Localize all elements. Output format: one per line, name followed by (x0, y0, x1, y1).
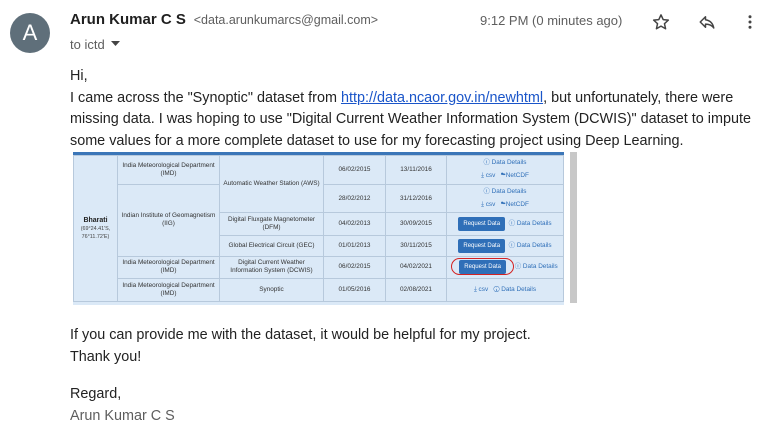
embedded-screenshot-table: Bharati (69°24.41'S, 76°11.72'E) India M… (73, 152, 564, 305)
data-details-link[interactable]: ⓘ Data Details (449, 159, 561, 167)
more-vert-icon[interactable] (739, 11, 761, 33)
end-date-cell: 02/08/2021 (385, 278, 447, 302)
timestamp: 9:12 PM (0 minutes ago) (480, 13, 623, 28)
netcdf-link[interactable]: ☁NetCDF (501, 201, 529, 208)
instrument-cell: Automatic Weather Station (AWS) (219, 154, 324, 214)
org-cell: India Meteorological Department (IMD) (117, 278, 220, 302)
start-date-cell: 01/01/2013 (323, 235, 386, 257)
end-date-cell: 04/02/2021 (385, 255, 447, 280)
csv-link[interactable]: ⤓ csv (474, 286, 488, 293)
table-row: Bharati (69°24.41'S, 76°11.72'E) India M… (73, 154, 564, 302)
start-date-cell: 06/02/2015 (323, 255, 386, 280)
thanks: Thank you! (70, 348, 142, 365)
request-data-button[interactable]: Request Data (458, 238, 506, 253)
end-date-cell: 30/11/2015 (385, 235, 447, 257)
actions-cell: Request Data ⓘ Data Details (446, 255, 564, 280)
avatar[interactable]: A (10, 13, 50, 53)
request-data-button[interactable]: Request Data (458, 217, 506, 232)
actions-cell: ⤓ csv ⓘ Data Details (446, 278, 564, 302)
highlight-circle: Request Data (451, 258, 514, 276)
instrument-cell: Global Electrical Circuit (GEC) (219, 235, 324, 257)
actions-cell: ⓘ Data Details ⤓ csv ☁NetCDF (446, 155, 564, 185)
data-details-link[interactable]: ⓘ Data Details (509, 242, 552, 249)
start-date-cell: 01/05/2016 (323, 278, 386, 302)
instrument-cell: Synoptic (219, 278, 324, 302)
table-row: India Meteorological Department (IMD) Sy… (74, 278, 564, 302)
end-date-cell: 31/12/2016 (385, 183, 447, 214)
sender-name[interactable]: Arun Kumar C S (70, 11, 186, 28)
station-name: Bharati (83, 216, 108, 224)
sender-line: Arun Kumar C S <data.arunkumarcs@gmail.c… (70, 11, 378, 28)
org-cell: Indian Institute of Geomagnetism (IIG) (117, 183, 220, 257)
recipient-text: to ictd (70, 37, 105, 52)
data-details-link[interactable]: ⓘ Data Details (493, 286, 536, 293)
start-date-cell: 28/02/2012 (323, 183, 386, 214)
end-date-cell: 30/09/2015 (385, 212, 447, 237)
actions-cell: Request Data ⓘ Data Details (446, 212, 564, 237)
paragraph-1-start: I came across the "Synoptic" dataset fro… (70, 89, 341, 106)
data-details-link[interactable]: ⓘ Data Details (509, 220, 552, 227)
start-date-cell: 04/02/2013 (323, 212, 386, 237)
signature: Arun Kumar C S (70, 407, 175, 424)
dataset-table: Bharati (69°24.41'S, 76°11.72'E) India M… (73, 154, 564, 302)
instrument-cell: Digital Fluxgate Magnetometer (DFM) (219, 212, 324, 237)
actions-cell: Request Data ⓘ Data Details (446, 235, 564, 257)
paragraph-1: I came across the "Synoptic" dataset fro… (70, 88, 760, 153)
data-details-link[interactable]: ⓘ Data Details (515, 263, 558, 270)
netcdf-link[interactable]: ☁NetCDF (501, 172, 529, 179)
request-data-button[interactable]: Request Data (459, 260, 506, 275)
data-details-link[interactable]: ⓘ Data Details (449, 188, 561, 196)
dataset-link[interactable]: http://data.ncaor.gov.in/newhtml (341, 90, 543, 106)
org-cell: India Meteorological Department (IMD) (117, 255, 220, 280)
star-icon[interactable] (650, 11, 672, 33)
greeting: Hi, (70, 68, 88, 84)
start-date-cell: 06/02/2015 (323, 155, 386, 185)
instrument-cell: Digital Current Weather Information Syst… (219, 255, 324, 280)
scrollbar[interactable] (570, 152, 577, 303)
reply-icon[interactable] (696, 11, 718, 33)
csv-link[interactable]: ⤓ csv (481, 172, 495, 179)
recipient-line[interactable]: to ictd (70, 37, 120, 52)
sender-email: <data.arunkumarcs@gmail.com> (193, 13, 379, 27)
station-coords: (69°24.41'S, 76°11.72'E) (80, 225, 111, 240)
table-row: India Meteorological Department (IMD) Di… (74, 255, 564, 280)
chevron-down-icon[interactable] (110, 39, 120, 50)
actions-cell: ⓘ Data Details ⤓ csv ☁NetCDF (446, 183, 564, 214)
station-cell: Bharati (69°24.41'S, 76°11.72'E) (73, 155, 118, 302)
end-date-cell: 13/11/2016 (385, 155, 447, 185)
csv-link[interactable]: ⤓ csv (481, 201, 495, 208)
org-cell: India Meteorological Department (IMD) (117, 155, 220, 185)
avatar-letter: A (22, 20, 38, 45)
regard: Regard, (70, 386, 122, 402)
paragraph-2: If you can provide me with the dataset, … (70, 327, 531, 343)
